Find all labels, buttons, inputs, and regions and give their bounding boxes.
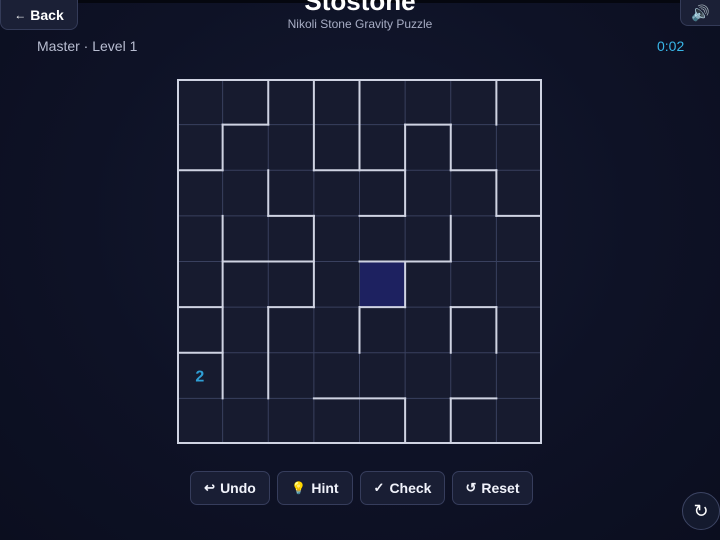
board-cell[interactable] [359,307,406,353]
board-cell[interactable] [450,79,497,125]
board-cell[interactable] [177,79,223,125]
board-cell[interactable] [177,398,223,444]
board-cell[interactable] [268,79,314,125]
board-cell[interactable] [313,352,360,399]
board-cell[interactable] [496,170,542,216]
reset-label: Reset [481,480,520,496]
board-cell[interactable] [405,307,451,353]
board-cell[interactable] [405,215,451,262]
sound-button[interactable]: 🔊 [680,0,720,26]
timer: 0:02 [657,38,685,54]
board-cell[interactable] [222,307,269,353]
board-cell[interactable] [177,124,223,171]
puzzle-grid: 2 [177,79,542,444]
board-cell[interactable] [496,261,542,308]
board-cell[interactable] [268,170,314,216]
board-cell[interactable] [222,398,269,444]
board-cell[interactable] [359,124,406,171]
puzzle-board: 2 [177,79,542,444]
board-cell[interactable] [313,215,360,262]
checkmark-icon: ✓ [373,480,385,495]
board-cell[interactable] [177,170,223,216]
board-cell[interactable] [268,307,314,353]
board-cell[interactable] [313,307,360,353]
board-cell[interactable] [450,215,497,262]
board-cell[interactable] [405,170,451,216]
board-cell[interactable] [222,124,269,171]
board-cell[interactable] [222,215,269,262]
board-cell[interactable] [313,261,360,308]
board-cell[interactable] [177,261,223,308]
board-cell[interactable] [177,307,223,353]
board-cell[interactable] [496,398,542,444]
board-cell[interactable] [359,352,406,399]
board-cell[interactable] [222,170,269,216]
reset-icon: ↺ [465,480,477,495]
check-label: Check [389,480,432,496]
undo-label: Undo [220,480,256,496]
board-cell[interactable] [359,215,406,262]
board-cell[interactable] [313,398,360,444]
game-title: Stostone [304,0,416,16]
hint-label: Hint [311,480,339,496]
board-cell[interactable] [450,170,497,216]
undo-icon: ↩ [204,480,216,495]
level-label: Master · Level 1 [37,38,138,54]
board-cell[interactable] [405,261,451,308]
board-cell[interactable] [177,215,223,262]
board-cell[interactable] [313,170,360,216]
board-cell[interactable] [405,124,451,171]
check-button[interactable]: ✓ Check [360,471,445,505]
board-cell[interactable] [405,398,451,444]
board-cell[interactable] [268,124,314,171]
game-subtitle: Nikoli Stone Gravity Puzzle [287,17,433,31]
board-cell[interactable] [450,398,497,444]
board-cell[interactable] [268,261,314,308]
board-cell[interactable] [496,307,542,353]
cell-clue: 2 [195,369,204,386]
board-cell[interactable] [359,398,406,444]
control-bar: ↩ Undo 💡 Hint ✓ Check ↺ Reset [190,471,533,505]
board-cell[interactable] [222,261,269,308]
hint-button[interactable]: 💡 Hint [277,471,353,505]
speaker-icon: 🔊 [691,4,710,22]
board-cell[interactable] [313,79,360,125]
board-cell[interactable] [496,352,542,399]
board-cell[interactable] [450,261,497,308]
lightbulb-icon: 💡 [291,481,307,495]
board-cell[interactable] [222,352,269,399]
board-cell[interactable] [268,352,314,399]
board-cell[interactable] [450,352,497,399]
board-cell[interactable] [496,215,542,262]
refresh-button[interactable]: ↻ [682,492,720,530]
board-cell[interactable] [496,79,542,125]
board-cell[interactable] [268,215,314,262]
board-cell[interactable] [405,352,451,399]
board-cell[interactable] [496,124,542,171]
board-cell[interactable] [268,398,314,444]
refresh-icon: ↻ [693,500,709,521]
board-cell-highlighted[interactable] [359,261,406,308]
board-cell[interactable] [359,170,406,216]
board-cell[interactable] [450,124,497,171]
board-cell[interactable] [450,307,497,353]
undo-button[interactable]: ↩ Undo [190,471,270,505]
board-cell[interactable] [313,124,360,171]
board-cell[interactable] [405,79,451,125]
reset-button[interactable]: ↺ Reset [452,471,533,505]
board-cell[interactable] [222,79,269,125]
board-cell[interactable] [359,79,406,125]
